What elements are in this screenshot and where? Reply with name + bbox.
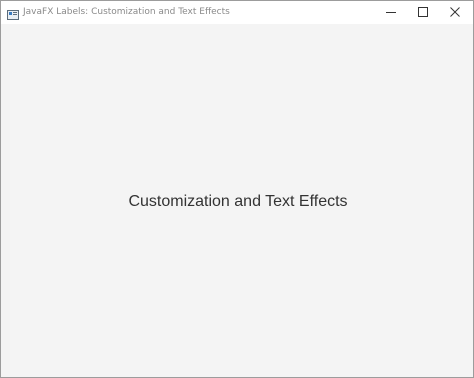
close-icon xyxy=(450,7,460,17)
app-window: JavaFX Labels: Customization and Text Ef… xyxy=(0,0,474,378)
window-title: JavaFX Labels: Customization and Text Ef… xyxy=(23,7,230,17)
maximize-icon xyxy=(418,7,428,17)
maximize-button[interactable] xyxy=(407,1,439,24)
minimize-icon xyxy=(386,12,396,13)
customized-label: Customization and Text Effects xyxy=(128,193,348,210)
java-app-icon xyxy=(7,6,19,20)
scene-content: Customization and Text Effects xyxy=(1,24,473,377)
minimize-button[interactable] xyxy=(375,1,407,24)
close-button[interactable] xyxy=(439,1,471,24)
title-bar[interactable]: JavaFX Labels: Customization and Text Ef… xyxy=(1,1,473,24)
